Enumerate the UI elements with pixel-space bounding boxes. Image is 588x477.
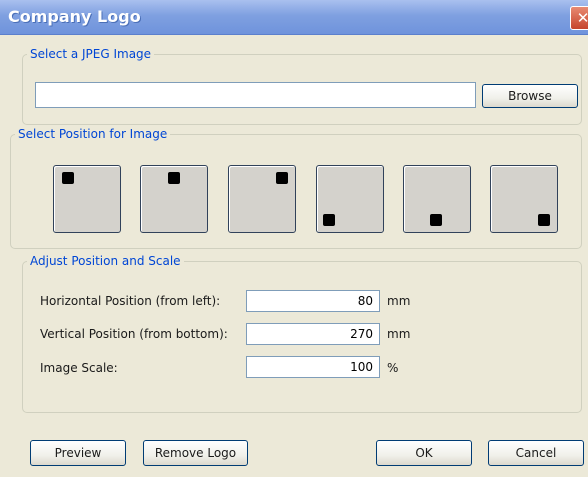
remove-logo-button[interactable]: Remove Logo (143, 440, 248, 466)
cancel-button[interactable]: Cancel (488, 440, 584, 466)
image-scale-unit-label: % (387, 361, 399, 375)
logo-marker-icon (62, 172, 74, 184)
jpeg-group-legend: Select a JPEG Image (30, 47, 152, 61)
close-icon: ✕ (576, 9, 588, 27)
position-top-right-button[interactable] (228, 165, 296, 233)
vertical-position-label: Vertical Position (from bottom): (40, 327, 228, 341)
logo-marker-icon (538, 214, 550, 226)
horizontal-position-input[interactable] (246, 290, 380, 312)
vertical-unit-label: mm (387, 327, 411, 341)
image-scale-input[interactable] (246, 356, 380, 378)
vertical-position-input[interactable] (246, 323, 380, 345)
position-bottom-right-button[interactable] (490, 165, 558, 233)
preview-button[interactable]: Preview (30, 440, 126, 466)
window-title: Company Logo (8, 7, 141, 26)
logo-marker-icon (168, 172, 180, 184)
logo-marker-icon (430, 214, 442, 226)
title-bar[interactable]: Company Logo ✕ (0, 0, 588, 35)
image-path-input[interactable] (35, 82, 476, 108)
horizontal-position-label: Horizontal Position (from left): (40, 294, 221, 308)
adjust-group-legend: Adjust Position and Scale (30, 254, 181, 268)
horizontal-unit-label: mm (387, 294, 411, 308)
position-bottom-left-button[interactable] (316, 165, 384, 233)
logo-marker-icon (276, 172, 288, 184)
position-top-center-button[interactable] (140, 165, 208, 233)
position-bottom-center-button[interactable] (403, 165, 471, 233)
logo-marker-icon (323, 214, 335, 226)
position-group-legend: Select Position for Image (18, 127, 168, 141)
browse-button[interactable]: Browse (482, 84, 578, 108)
ok-button[interactable]: OK (376, 440, 472, 466)
close-button[interactable]: ✕ (570, 6, 588, 30)
image-scale-label: Image Scale: (40, 361, 118, 375)
position-top-left-button[interactable] (53, 165, 121, 233)
